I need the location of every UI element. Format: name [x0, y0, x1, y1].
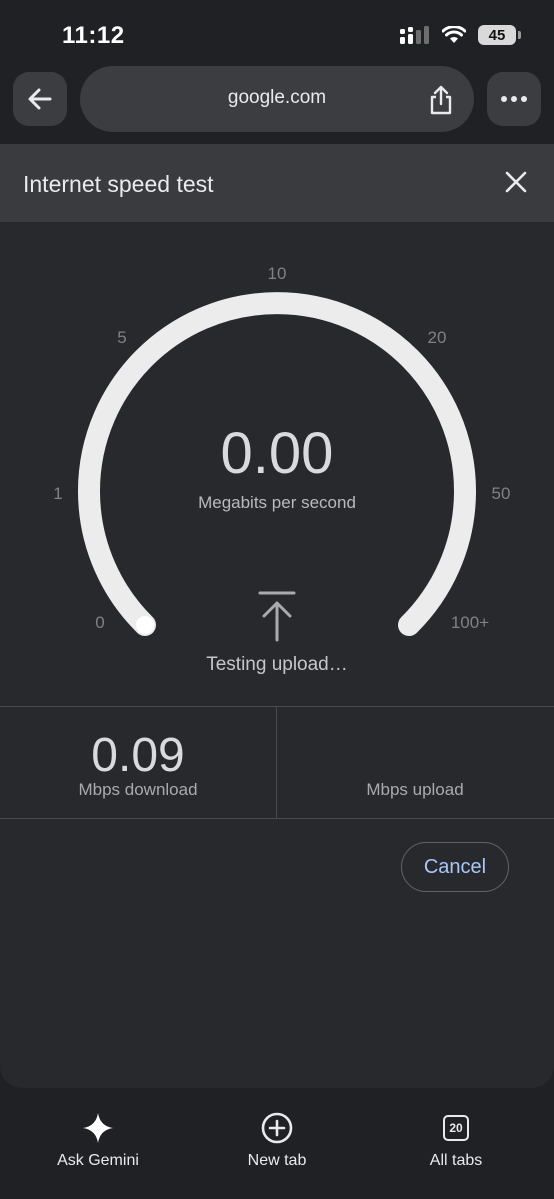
- panel-title: Internet speed test: [23, 171, 214, 197]
- more-button[interactable]: [487, 72, 541, 126]
- back-button[interactable]: [13, 72, 67, 126]
- status-time: 11:12: [62, 22, 125, 49]
- scale-label-0: 0: [95, 613, 105, 632]
- scale-label-20: 20: [427, 328, 447, 347]
- speed-value: 0.00: [220, 421, 334, 486]
- upload-arrow-icon: [258, 591, 296, 642]
- panel-header: Internet speed test: [0, 144, 554, 222]
- download-value: 0.09: [91, 729, 185, 782]
- address-bar[interactable]: google.com: [80, 66, 474, 132]
- scale-label-10: 10: [267, 264, 287, 283]
- browser-toolbar: google.com: [0, 66, 554, 142]
- new-tab-button[interactable]: New tab: [207, 1112, 347, 1170]
- speed-unit: Megabits per second: [198, 493, 356, 512]
- wifi-icon: [442, 26, 466, 43]
- status-icons: 45: [400, 25, 521, 45]
- close-icon[interactable]: [505, 171, 527, 193]
- speed-test-panel: Internet speed test 0 1 5 10 20 50 100+ …: [0, 144, 554, 1088]
- scale-label-5: 5: [117, 328, 127, 347]
- download-label: Mbps download: [78, 780, 198, 799]
- scale-label-100-plus: 100+: [450, 613, 490, 632]
- share-icon[interactable]: [428, 85, 454, 115]
- tab-count-icon: 20: [443, 1112, 469, 1144]
- plus-circle-icon: [261, 1112, 293, 1144]
- tab-count: 20: [443, 1115, 469, 1141]
- gauge-needle-dot: [136, 616, 154, 634]
- ask-gemini-label: Ask Gemini: [57, 1152, 139, 1169]
- new-tab-label: New tab: [247, 1152, 307, 1169]
- results-divider-middle: [276, 706, 277, 818]
- bottom-toolbar: Ask Gemini New tab 20 All tabs: [0, 1090, 554, 1199]
- back-arrow-icon: [28, 88, 52, 110]
- all-tabs-label: All tabs: [429, 1152, 483, 1169]
- upload-label: Mbps upload: [366, 780, 464, 799]
- more-icon: [501, 96, 527, 102]
- battery-icon: 45: [478, 25, 521, 45]
- test-status: Testing upload…: [206, 654, 348, 675]
- all-tabs-button[interactable]: 20 All tabs: [386, 1112, 526, 1170]
- ask-gemini-button[interactable]: Ask Gemini: [28, 1112, 168, 1170]
- status-bar: 11:12 45: [0, 0, 554, 70]
- url-text[interactable]: google.com: [80, 87, 474, 109]
- cancel-button[interactable]: Cancel: [401, 842, 509, 892]
- gemini-sparkle-icon: [83, 1113, 113, 1143]
- results-divider-bottom: [0, 818, 554, 819]
- results-divider-top: [0, 706, 554, 707]
- battery-level: 45: [488, 26, 506, 44]
- signal-icon: [400, 26, 429, 44]
